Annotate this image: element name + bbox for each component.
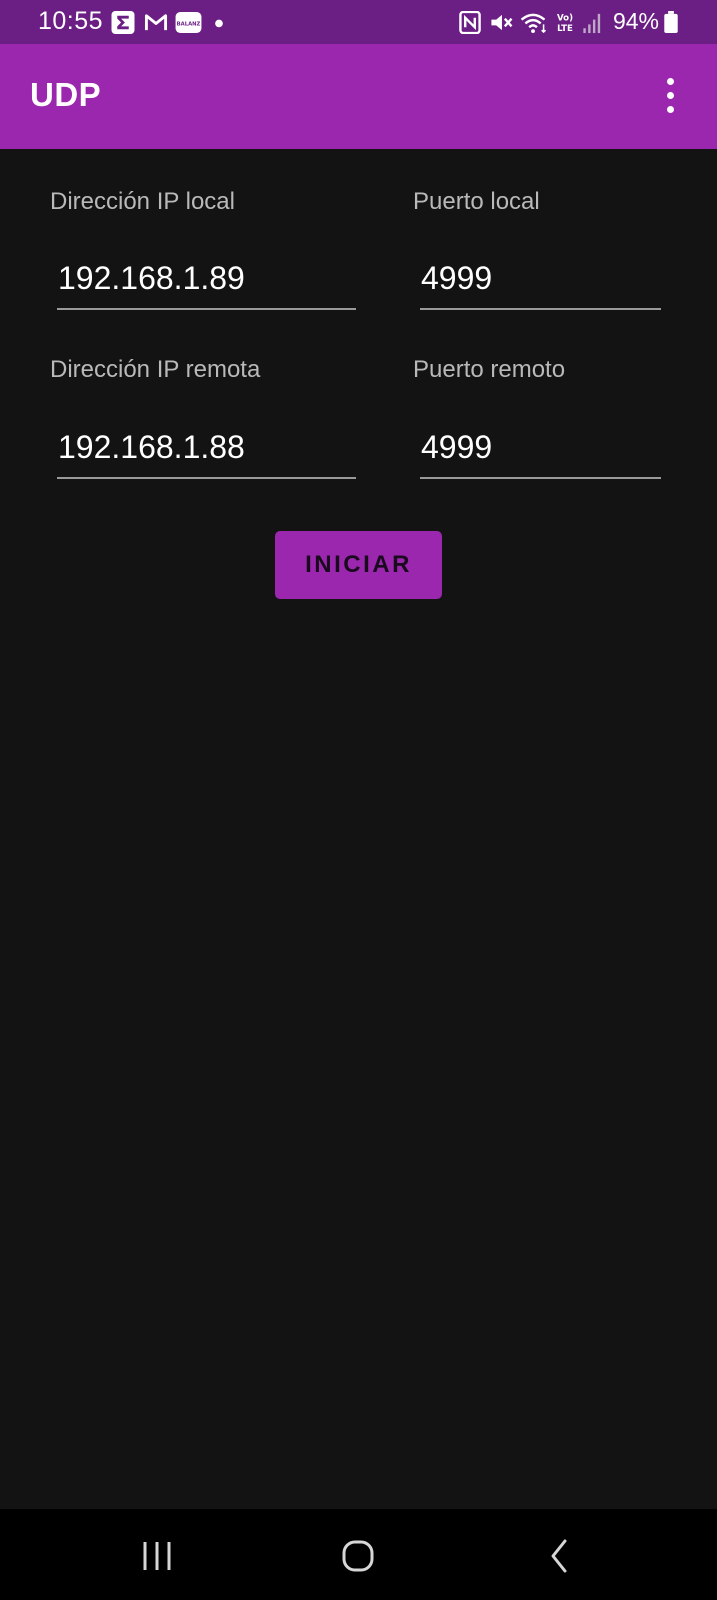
navigation-bar xyxy=(0,1509,717,1600)
battery-percent: 94% xyxy=(612,8,659,34)
balanz-notification-label: BALANZ xyxy=(177,21,201,27)
nfc-icon xyxy=(459,11,481,34)
status-time: 10:55 xyxy=(38,7,104,35)
recent-apps-icon[interactable] xyxy=(127,1531,187,1581)
local-port-label: Puerto local xyxy=(413,188,540,215)
volte-lte-icon: Vo) LTE xyxy=(557,14,573,34)
balanz-notification-icon: BALANZ xyxy=(175,11,202,34)
remote-port-label: Puerto remoto xyxy=(413,356,566,383)
local-ip-input[interactable] xyxy=(57,254,356,310)
sigma-notification-icon xyxy=(111,11,135,34)
local-ip-label: Dirección IP local xyxy=(50,188,235,215)
gmail-notification-icon xyxy=(144,14,168,31)
home-icon[interactable] xyxy=(328,1531,388,1581)
wifi-icon xyxy=(520,13,547,34)
app-title: UDP xyxy=(30,76,102,113)
remote-port-input[interactable] xyxy=(420,423,661,479)
status-bar: 10:55 BALANZ Vo) LTE 94% xyxy=(0,0,717,44)
app-screen: 10:55 BALANZ Vo) LTE 94% UDP Dirección I… xyxy=(0,0,717,1600)
app-bar: UDP xyxy=(0,44,717,149)
lte-label: LTE xyxy=(557,24,573,34)
start-button[interactable]: INICIAR xyxy=(275,531,442,599)
notification-dot-icon xyxy=(215,19,223,28)
overflow-menu-icon[interactable] xyxy=(661,78,681,118)
back-icon[interactable] xyxy=(529,1531,589,1581)
volte-label: Vo) xyxy=(557,14,573,24)
signal-icon xyxy=(583,13,601,34)
battery-icon xyxy=(664,11,678,34)
mute-icon xyxy=(491,14,513,31)
remote-ip-input[interactable] xyxy=(57,423,356,479)
remote-ip-label: Dirección IP remota xyxy=(50,356,261,383)
local-port-input[interactable] xyxy=(420,254,661,310)
